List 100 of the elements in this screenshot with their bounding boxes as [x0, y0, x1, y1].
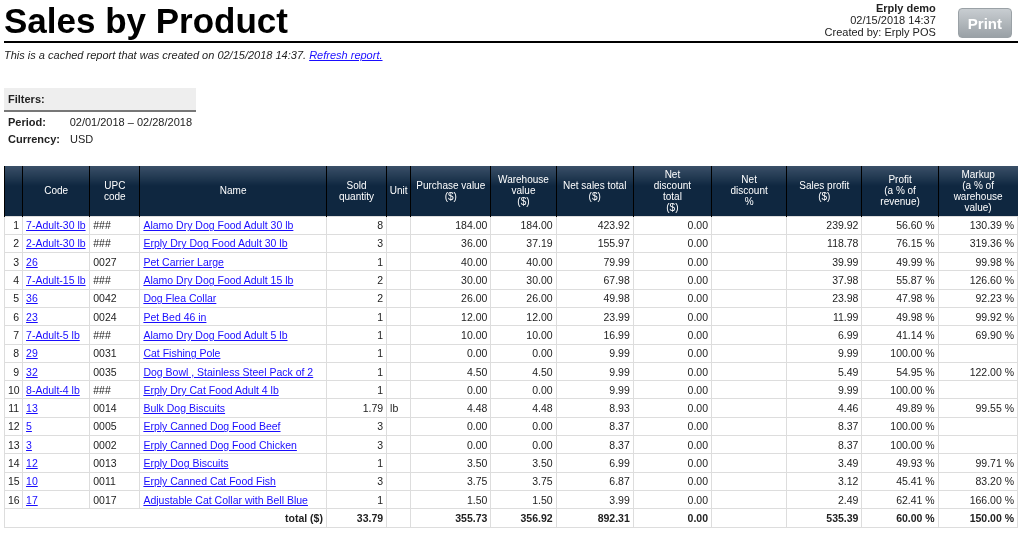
row-number: 12 [4, 417, 23, 436]
table-cell: 1 [326, 490, 387, 509]
filter-value: USD [70, 132, 94, 146]
product-link[interactable]: 17 [26, 493, 38, 506]
table-cell: 5.49 [786, 362, 862, 381]
table-cell: 6.87 [556, 472, 634, 491]
table-cell: 0.00 [633, 270, 712, 290]
table-cell: 355.73 [410, 508, 491, 528]
product-link[interactable]: 12 [26, 457, 38, 469]
table-cell: 40.00 [490, 252, 557, 271]
table-cell: 0.00 [633, 380, 712, 399]
row-number: 15 [4, 472, 23, 491]
table-cell: 9.99 [556, 362, 634, 381]
product-link[interactable]: 36 [26, 292, 38, 305]
table-cell: lb [386, 398, 411, 418]
product-link[interactable]: 29 [26, 347, 38, 360]
table-cell: 83.20 % [938, 472, 1018, 491]
product-link[interactable]: 13 [26, 402, 38, 415]
table-cell: 0.00 [490, 380, 557, 399]
table-cell: 41.14 % [861, 325, 939, 345]
row-number: 14 [4, 453, 23, 473]
table-cell: 3 [326, 234, 387, 253]
table-cell: 4.50 [410, 362, 491, 381]
table-cell: 1 [326, 344, 387, 363]
table-cell: 0035 [89, 362, 140, 381]
created-by-text: Created by: Erply POS [824, 26, 936, 38]
product-link[interactable]: 32 [26, 365, 38, 378]
column-header: Sales profit ($) [786, 166, 862, 216]
table-cell: 0027 [89, 252, 140, 271]
table-cell: 4.46 [786, 398, 862, 418]
table-cell: 0.00 [633, 307, 712, 326]
filters-heading: Filters: [4, 87, 196, 112]
table-cell: 1 [326, 453, 387, 473]
table-cell: 1.79 [326, 398, 387, 418]
product-link[interactable]: 23 [26, 310, 38, 323]
refresh-link[interactable]: Refresh report. [309, 49, 383, 61]
row-number: 9 [4, 362, 23, 381]
table-cell: 0.00 [490, 417, 557, 436]
row-number: 2 [4, 234, 23, 253]
table-cell: 0.00 [633, 362, 712, 381]
table-cell: 0005 [89, 417, 140, 436]
table-cell: 8.93 [556, 398, 634, 418]
table-cell: 49.99 % [861, 252, 939, 271]
table-cell: 76.15 % [861, 234, 939, 253]
table-cell: 0024 [89, 307, 140, 326]
table-cell: 1 [326, 307, 387, 326]
table-cell: 0.00 [633, 344, 712, 363]
table-cell: 23.99 [556, 307, 634, 326]
table-cell: 3 [326, 435, 387, 454]
table-cell: 0011 [89, 472, 140, 491]
table-cell: 0013 [89, 453, 140, 473]
column-header: Net sales total ($) [556, 166, 634, 216]
table-cell: 0.00 [633, 398, 712, 418]
table-cell: 3.75 [490, 472, 557, 491]
table-cell: 10.00 [410, 325, 491, 345]
product-link[interactable]: 26 [26, 255, 38, 268]
table-cell: 30.00 [490, 270, 557, 290]
table-cell: 69.90 % [938, 325, 1018, 345]
page-title: Sales by Product [4, 0, 288, 41]
column-header: Net discount % [711, 166, 787, 216]
product-link[interactable]: 10 [26, 475, 38, 488]
table-cell: 9.99 [556, 380, 634, 399]
filter-value: 02/01/2018 – 02/28/2018 [69, 115, 192, 129]
column-header: UPC code [89, 166, 140, 216]
column-header: Markup (a % of warehouse value) [938, 166, 1018, 216]
table-cell: 99.55 % [938, 398, 1018, 418]
table-cell: 9.99 [556, 344, 634, 363]
table-cell: 9.99 [786, 380, 862, 399]
table-cell: 99.71 % [938, 453, 1018, 473]
table-cell: 8.37 [786, 435, 862, 454]
filter-label: Period: [8, 115, 47, 129]
table-cell: 3.75 [410, 472, 491, 491]
table-cell: 37.98 [786, 270, 862, 290]
table-cell: 184.00 [490, 216, 557, 235]
table-cell: 319.36 % [938, 234, 1018, 253]
table-cell: 0.00 [633, 417, 712, 436]
table-cell: 60.00 % [861, 508, 939, 528]
table-cell: 26.00 [410, 289, 491, 308]
table-cell: 12.00 [490, 307, 557, 326]
table-cell: 62.41 % [861, 490, 939, 509]
table-cell: 155.97 [556, 234, 634, 253]
row-number: 6 [4, 307, 23, 326]
table-cell: 892.31 [556, 508, 634, 528]
table-cell: 37.19 [490, 234, 557, 253]
table-cell: 130.39 % [938, 216, 1018, 235]
table-cell: 0.00 [633, 472, 712, 491]
table-cell: 184.00 [410, 216, 491, 235]
product-link[interactable]: 5 [26, 420, 32, 433]
product-link[interactable]: 3 [26, 438, 32, 451]
table-cell: 67.98 [556, 270, 634, 290]
column-header: Unit [386, 166, 411, 216]
table-cell: 4.48 [490, 398, 557, 418]
table-cell: 1 [326, 252, 387, 271]
table-cell: 2.49 [786, 490, 862, 509]
table-cell: 0.00 [633, 216, 712, 235]
table-cell: 0.00 [410, 344, 491, 363]
table-cell: 49.98 [556, 289, 634, 308]
row-number: 1 [4, 216, 23, 235]
table-cell: 4.50 [490, 362, 557, 381]
table-cell: 8 [326, 216, 387, 235]
